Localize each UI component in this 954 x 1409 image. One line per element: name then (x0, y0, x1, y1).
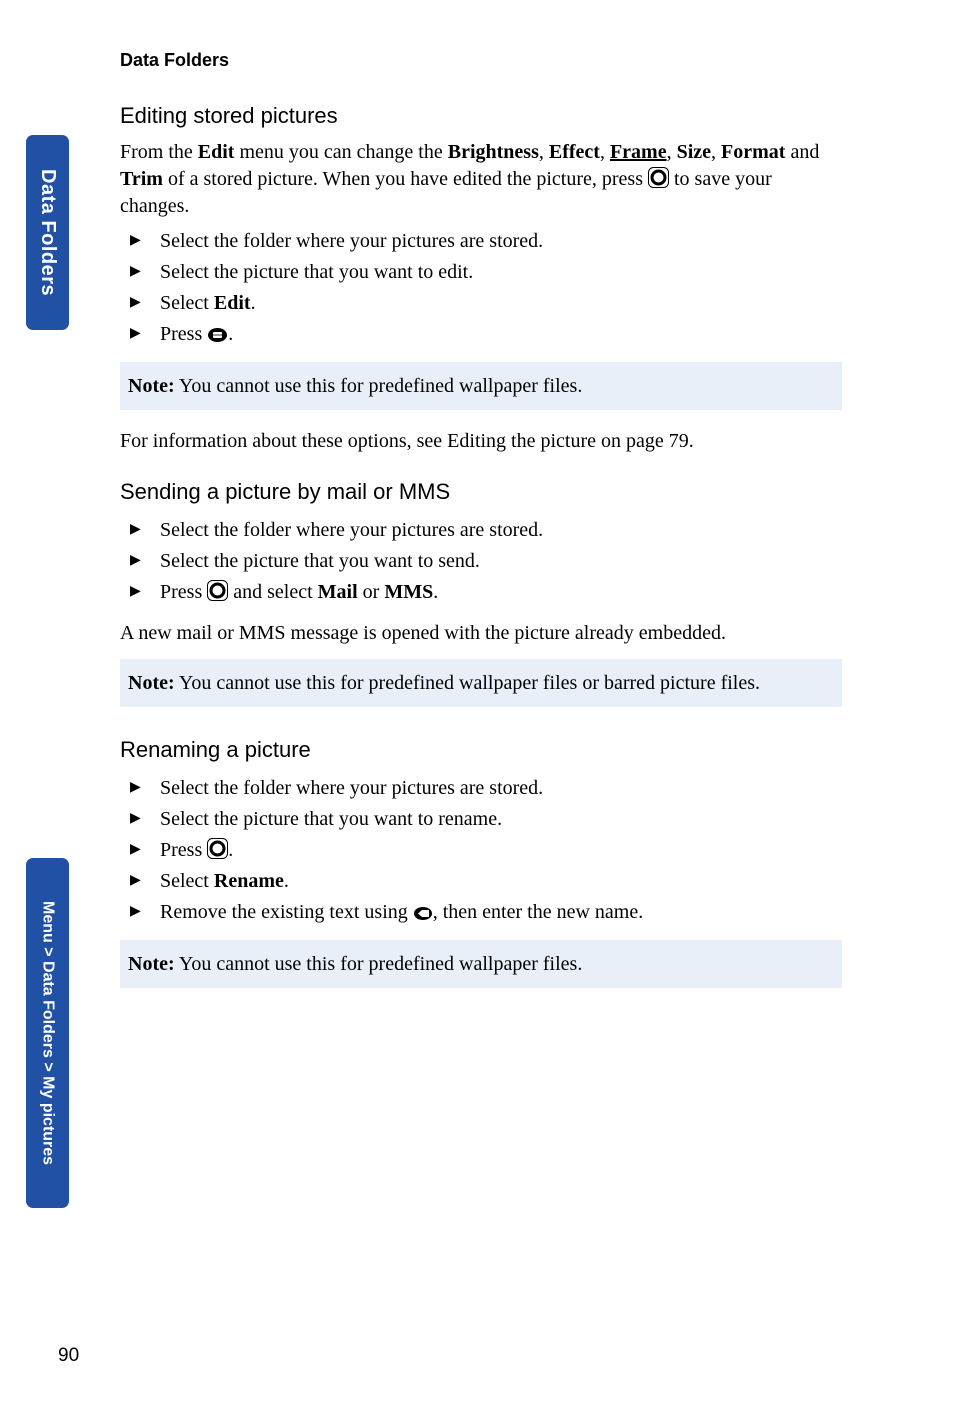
list-item: Select the folder where your pictures ar… (142, 773, 842, 804)
note-label: Note: (128, 672, 175, 694)
text: Press (160, 839, 207, 861)
text: Select the picture that you want to send… (160, 550, 480, 572)
text: , (667, 141, 677, 163)
intro-paragraph: From the Edit menu you can change the Br… (120, 139, 842, 220)
text: Select the folder where your pictures ar… (160, 519, 543, 541)
text: Press (160, 323, 207, 345)
text-bold: Trim (120, 168, 163, 190)
text-bold: MMS (384, 581, 433, 603)
side-tab-breadcrumb-label: Menu > Data Folders > My pictures (39, 901, 57, 1165)
note-renaming: Note: You cannot use this for predefined… (120, 940, 842, 988)
text: . (228, 839, 233, 861)
text: Remove the existing text using (160, 901, 413, 923)
menu-key-icon (207, 327, 228, 343)
list-item: Select the picture that you want to send… (142, 546, 842, 577)
note-editing: Note: You cannot use this for predefined… (120, 362, 842, 410)
text: . (251, 292, 256, 314)
select-key-icon (648, 167, 669, 188)
select-key-icon (207, 580, 228, 601)
text-bold: Edit (198, 141, 235, 163)
page: Data Folders Menu > Data Folders > My pi… (0, 0, 954, 1409)
list-item: Select the picture that you want to edit… (142, 257, 842, 288)
text: and (785, 141, 819, 163)
sending-after-paragraph: A new mail or MMS message is opened with… (120, 620, 842, 647)
text-bold: Brightness (448, 141, 539, 163)
heading-sending: Sending a picture by mail or MMS (120, 479, 842, 505)
list-item: Select Rename. (142, 866, 842, 897)
text: Press (160, 581, 207, 603)
heading-editing: Editing stored pictures (120, 103, 842, 129)
note-label: Note: (128, 953, 175, 975)
steps-renaming: Select the folder where your pictures ar… (120, 773, 842, 928)
text: or (358, 581, 385, 603)
list-item: Select Edit. (142, 288, 842, 319)
text: . (433, 581, 438, 603)
text: Select the picture that you want to edit… (160, 261, 473, 283)
text: , (711, 141, 721, 163)
list-item: Select the folder where your pictures ar… (142, 515, 842, 546)
text: . (284, 870, 289, 892)
note-text: You cannot use this for predefined wallp… (175, 375, 583, 397)
text-bold: Rename (214, 870, 284, 892)
note-text: You cannot use this for predefined wallp… (175, 953, 583, 975)
side-tab-primary: Data Folders (26, 135, 69, 330)
text: and select (228, 581, 317, 603)
text: of a stored picture. When you have edite… (163, 168, 648, 190)
text: From the (120, 141, 198, 163)
text-bold: Effect (549, 141, 600, 163)
side-tab-primary-label: Data Folders (36, 169, 59, 296)
clear-key-icon (413, 906, 433, 921)
list-item: Select the folder where your pictures ar… (142, 226, 842, 257)
text: menu you can change the (234, 141, 447, 163)
text-bold: Edit (214, 292, 251, 314)
text: Select the folder where your pictures ar… (160, 230, 543, 252)
text: Select the folder where your pictures ar… (160, 777, 543, 799)
text: Select the picture that you want to rena… (160, 808, 502, 830)
list-item: Press and select Mail or MMS. (142, 577, 842, 608)
side-tab-breadcrumb: Menu > Data Folders > My pictures (26, 858, 69, 1208)
link-frame[interactable]: Frame (610, 141, 667, 163)
note-label: Note: (128, 375, 175, 397)
steps-editing: Select the folder where your pictures ar… (120, 226, 842, 350)
page-number: 90 (58, 1345, 79, 1367)
list-item: Press . (142, 835, 842, 866)
list-item: Press . (142, 319, 842, 350)
text: , (600, 141, 610, 163)
text: Select (160, 292, 214, 314)
note-sending: Note: You cannot use this for predefined… (120, 659, 842, 707)
select-key-icon (207, 838, 228, 859)
text-bold: Mail (318, 581, 358, 603)
text-bold: Format (721, 141, 785, 163)
note-text: You cannot use this for predefined wallp… (175, 672, 760, 694)
heading-renaming: Renaming a picture (120, 737, 842, 763)
text: . (228, 323, 233, 345)
content-area: Data Folders Editing stored pictures Fro… (120, 50, 842, 1000)
xref-paragraph: For information about these options, see… (120, 428, 842, 455)
text: , (539, 141, 549, 163)
text-bold: Size (677, 141, 711, 163)
text: , then enter the new name. (433, 901, 643, 923)
list-item: Select the picture that you want to rena… (142, 804, 842, 835)
steps-sending: Select the folder where your pictures ar… (120, 515, 842, 608)
running-header: Data Folders (120, 50, 842, 71)
text: Select (160, 870, 214, 892)
list-item: Remove the existing text using , then en… (142, 897, 842, 928)
